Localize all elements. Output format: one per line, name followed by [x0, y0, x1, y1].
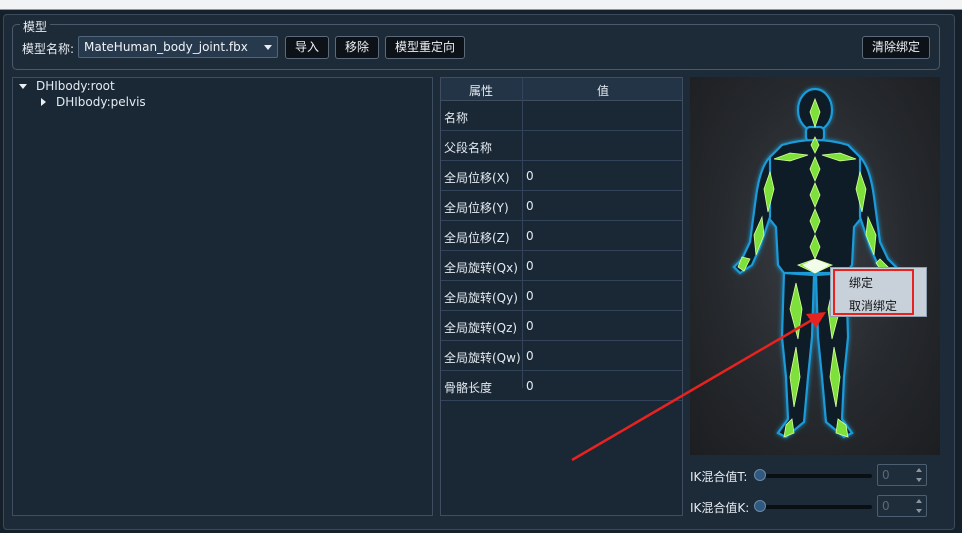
property-name: 全局旋转(Qx) — [444, 261, 518, 275]
annotation-highlight-box — [833, 269, 914, 315]
collapse-arrow-icon[interactable] — [41, 98, 46, 106]
clear-binding-button[interactable]: 清除绑定 — [862, 36, 930, 59]
table-row[interactable]: 全局旋转(Qy) 0 — [441, 281, 682, 311]
tree-item-root[interactable]: DHIbody:root — [36, 79, 115, 93]
table-row[interactable]: 骨骼长度 0 — [441, 371, 682, 401]
title-bar-strip — [0, 0, 962, 10]
ik-k-label: IK混合值K: — [690, 501, 750, 515]
property-name: 全局位移(Y) — [444, 201, 509, 215]
bone-tree[interactable]: DHIbody:root DHIbody:pelvis — [12, 77, 433, 516]
ik-t-label: IK混合值T: — [690, 470, 748, 484]
spin-up-icon[interactable] — [916, 468, 922, 472]
property-name: 全局位移(X) — [444, 171, 510, 185]
ik-k-slider-handle[interactable] — [754, 500, 766, 512]
table-row[interactable]: 全局旋转(Qx) 0 — [441, 251, 682, 281]
ik-t-spinbox[interactable]: 0 — [877, 464, 927, 486]
table-row[interactable]: 全局位移(Y) 0 — [441, 191, 682, 221]
property-name: 全局旋转(Qy) — [444, 291, 518, 305]
property-name: 名称 — [444, 111, 469, 125]
remove-button[interactable]: 移除 — [335, 36, 379, 59]
header-property: 属性 — [469, 84, 494, 98]
property-value: 0 — [526, 289, 534, 303]
property-value: 0 — [526, 169, 534, 183]
property-name: 全局旋转(Qw) — [444, 351, 521, 365]
property-value: 0 — [526, 319, 534, 333]
table-row[interactable]: 名称 — [441, 101, 682, 131]
properties-table: 属性 值 名称 父段名称 全局位移(X) 0 全局位移(Y) 0 全局位移(Z) 0 … — [440, 77, 683, 516]
table-row[interactable]: 全局位移(Z) 0 — [441, 221, 682, 251]
chevron-down-icon — [264, 45, 272, 50]
expand-arrow-icon[interactable] — [19, 84, 27, 89]
property-name: 父段名称 — [444, 141, 493, 155]
property-value: 0 — [526, 259, 534, 273]
property-name: 骨骼长度 — [444, 381, 493, 395]
table-row[interactable]: 全局位移(X) 0 — [441, 161, 682, 191]
property-value: 0 — [526, 229, 534, 243]
model-name-select[interactable]: MateHuman_body_joint.fbx — [78, 36, 278, 58]
table-row[interactable]: 全局旋转(Qz) 0 — [441, 311, 682, 341]
table-row[interactable]: 父段名称 — [441, 131, 682, 161]
ik-k-slider[interactable] — [756, 505, 872, 509]
ik-t-slider-handle[interactable] — [754, 469, 766, 481]
skeleton-view[interactable] — [690, 77, 940, 455]
ik-k-value: 0 — [882, 499, 890, 513]
human-body-figure — [732, 87, 898, 439]
model-name-label: 模型名称: — [22, 42, 75, 56]
property-value: 0 — [526, 349, 534, 363]
model-group-title: 模型 — [20, 18, 51, 35]
ik-t-slider[interactable] — [756, 474, 872, 478]
header-value: 值 — [597, 84, 610, 98]
model-name-value: MateHuman_body_joint.fbx — [84, 40, 248, 54]
import-button[interactable]: 导入 — [285, 36, 329, 59]
tree-item-pelvis[interactable]: DHIbody:pelvis — [56, 95, 146, 109]
property-value: 0 — [526, 379, 534, 393]
properties-header: 属性 值 — [441, 78, 682, 101]
context-menu: 绑定 取消绑定 — [830, 267, 927, 317]
property-name: 全局位移(Z) — [444, 231, 510, 245]
property-value: 0 — [526, 199, 534, 213]
spin-up-icon[interactable] — [916, 499, 922, 503]
retarget-button[interactable]: 模型重定向 — [385, 36, 465, 59]
property-name: 全局旋转(Qz) — [444, 321, 518, 335]
ik-t-value: 0 — [882, 468, 890, 482]
table-row[interactable]: 全局旋转(Qw) 0 — [441, 341, 682, 371]
ik-k-spinbox[interactable]: 0 — [877, 495, 927, 517]
spin-down-icon[interactable] — [916, 478, 922, 482]
spin-down-icon[interactable] — [916, 509, 922, 513]
